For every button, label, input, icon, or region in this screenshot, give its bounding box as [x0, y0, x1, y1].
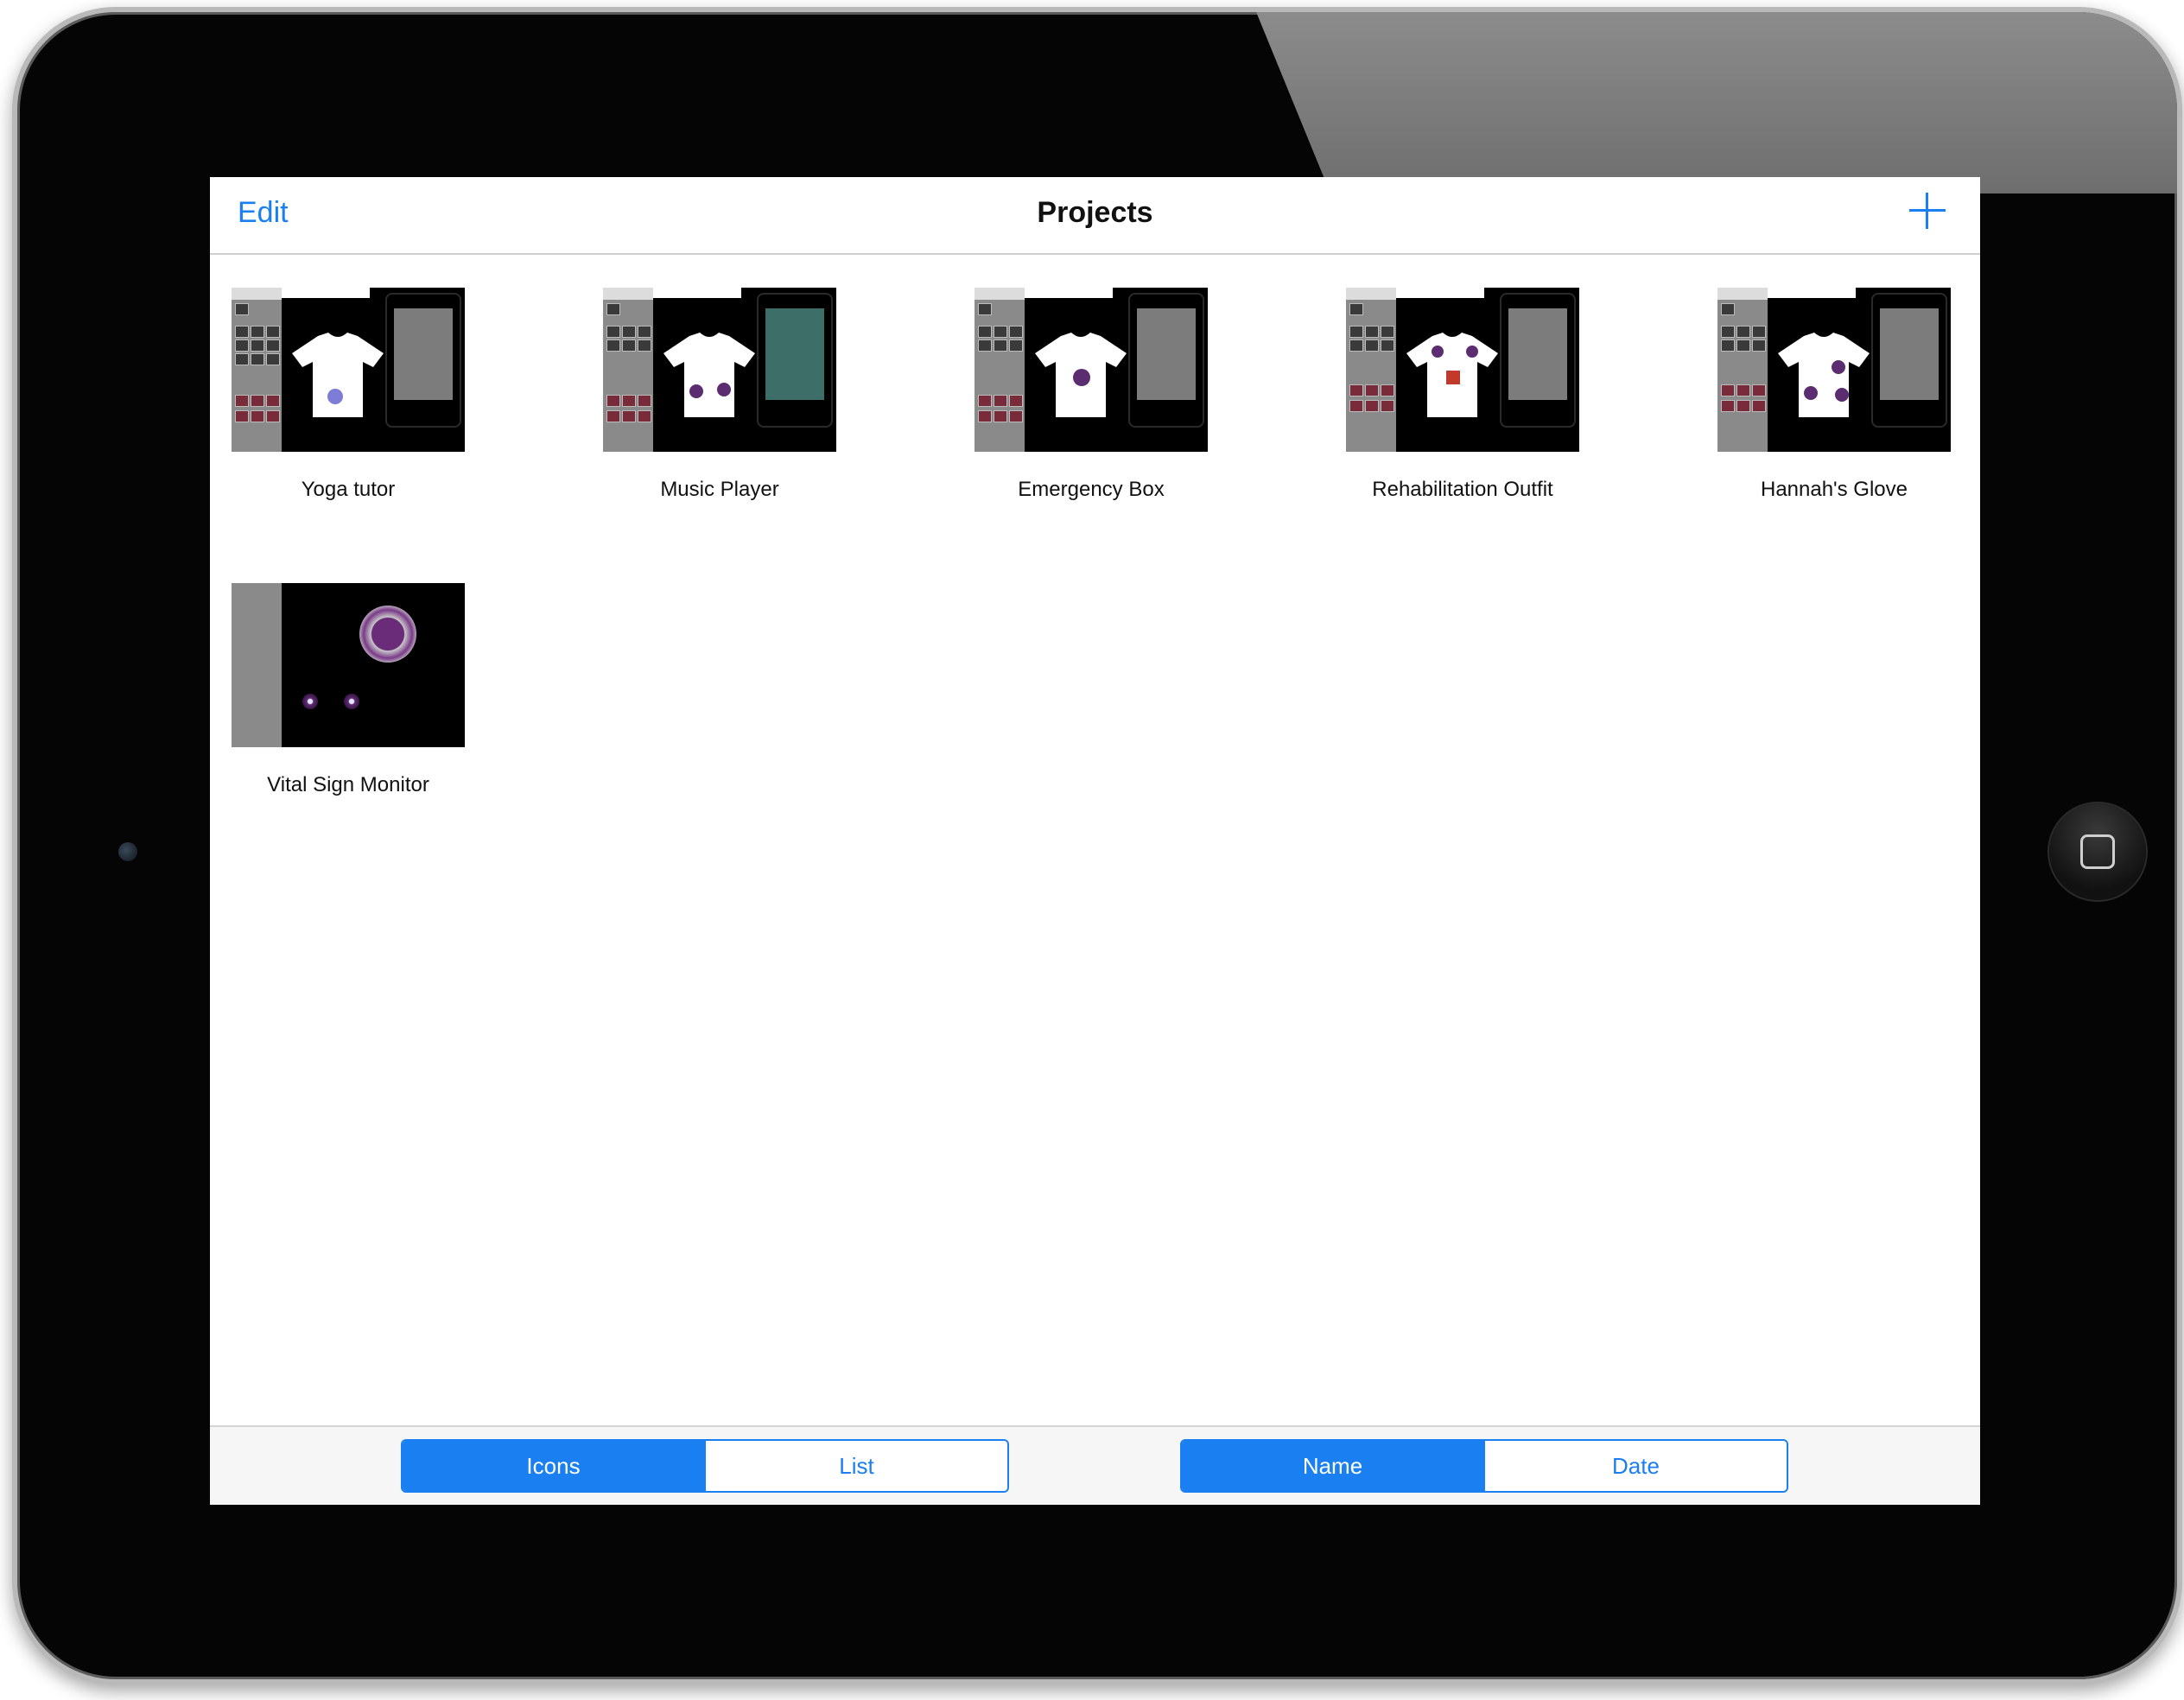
- project-thumbnail: [232, 583, 465, 747]
- bottom-toolbar: Icons List Name Date: [210, 1425, 1980, 1505]
- tshirt-icon: [663, 333, 755, 417]
- sort-name-button[interactable]: Name: [1182, 1441, 1483, 1491]
- app-screen: Edit Projects Yoga tutor Music Player Em…: [210, 177, 1980, 1505]
- project-name: Hannah's Glove: [1760, 478, 1908, 501]
- tshirt-icon: [292, 333, 384, 417]
- phone-preview: [385, 293, 461, 428]
- home-square-icon: [2080, 834, 2115, 869]
- project-thumbnail: [1346, 288, 1579, 452]
- navigation-bar: Edit Projects: [210, 177, 1980, 255]
- plus-icon[interactable]: [1909, 193, 1946, 229]
- sort-date-button[interactable]: Date: [1483, 1441, 1787, 1491]
- thumb-toolbar: [232, 288, 282, 452]
- front-camera-icon: [118, 842, 137, 861]
- project-name: Yoga tutor: [301, 478, 396, 501]
- icons-view-button[interactable]: Icons: [403, 1441, 704, 1491]
- project-name: Vital Sign Monitor: [267, 773, 429, 796]
- project-name: Music Player: [660, 478, 779, 501]
- list-view-button[interactable]: List: [704, 1441, 1007, 1491]
- page-title: Projects: [1037, 196, 1153, 229]
- project-grid: Yoga tutor Music Player Emergency Box Re…: [210, 255, 1980, 1343]
- lilypad-board-icon: [359, 606, 416, 663]
- project-name: Rehabilitation Outfit: [1372, 478, 1553, 501]
- home-button[interactable]: [2049, 803, 2146, 900]
- sort-toggle: Name Date: [1180, 1439, 1788, 1493]
- project-thumbnail: [1717, 288, 1951, 452]
- project-thumbnail: [975, 288, 1208, 452]
- tshirt-icon: [1778, 333, 1870, 417]
- tshirt-icon: [1406, 333, 1498, 417]
- tshirt-icon: [1035, 333, 1127, 417]
- project-thumbnail: [603, 288, 836, 452]
- project-name: Emergency Box: [1018, 478, 1165, 501]
- view-mode-toggle: Icons List: [401, 1439, 1009, 1493]
- bezel-glare: [1253, 12, 2177, 193]
- project-thumbnail: [232, 288, 465, 452]
